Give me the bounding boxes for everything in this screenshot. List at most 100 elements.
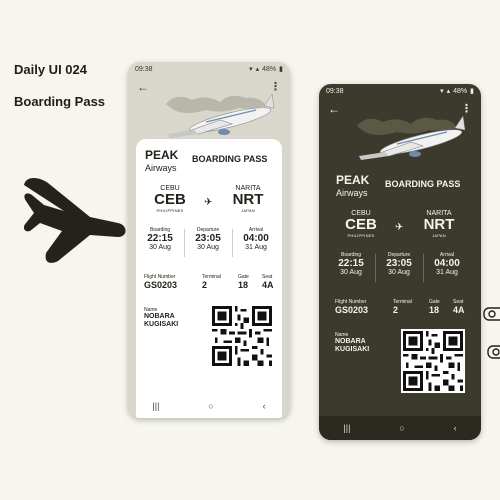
passenger-first-name: NOBARA [335, 338, 366, 345]
origin: CEBU CEB PHILIPPINES [144, 185, 196, 213]
route: CEBU CEB PHILIPPINES ✈ NARITA NRT JAPAN [136, 185, 282, 225]
signal-icon: ▴ [255, 66, 260, 73]
arrival-time: Arrival 04:00 31 Aug [234, 227, 278, 251]
departure-time: Departure 23:05 30 Aug [186, 227, 230, 251]
passenger-last-name: KUGISAKI [144, 320, 179, 328]
times: Boarding 22:15 30 Aug Departure 23:05 30… [136, 227, 282, 261]
flight-value: GS0203 [144, 280, 178, 290]
nav-back-button[interactable]: ‹ [263, 401, 266, 411]
home-button[interactable]: ○ [399, 423, 404, 433]
flight-number: Flight Number GS0203 [335, 299, 368, 315]
hero-airplane-image [166, 93, 275, 138]
boarding-time: Boarding 22:15 30 Aug [329, 252, 373, 276]
flight-value: GS0203 [335, 305, 369, 315]
caption-daily-ui: Daily UI 024 [14, 62, 87, 77]
terminal-value: 2 [393, 305, 399, 315]
battery-icon: ▮ [470, 88, 474, 95]
passenger: Name NOBARA KUGISAKI [335, 332, 369, 353]
qr-code[interactable] [210, 304, 274, 368]
brand-name: PEAK [145, 148, 179, 162]
origin-code: CEB [154, 191, 186, 208]
origin-country: PHILIPPINES [347, 232, 375, 238]
status-time: 09:38 [135, 65, 153, 73]
departure-value: 23:05 [386, 258, 412, 269]
origin: CEBU CEB PHILIPPINES [335, 210, 387, 238]
destination: NARITA NRT JAPAN [413, 210, 465, 238]
brand-name: PEAK [336, 173, 370, 187]
recents-button[interactable]: ||| [343, 423, 350, 433]
destination: NARITA NRT JAPAN [222, 185, 274, 213]
recents-button[interactable]: ||| [152, 401, 159, 411]
flight-info: Flight Number GS0203 Terminal 2 Gate 18 … [136, 274, 282, 300]
arrival-date: 31 Aug [245, 244, 267, 251]
divider [423, 254, 424, 282]
airplane-outline-icon [483, 307, 500, 359]
home-button[interactable]: ○ [208, 401, 213, 411]
brand-sub: Airways [145, 163, 177, 173]
boarding-date: 30 Aug [149, 244, 171, 251]
caption-boarding-pass: Boarding Pass [14, 94, 106, 109]
terminal-value: 2 [202, 280, 208, 290]
origin-code: CEB [345, 216, 377, 233]
destination-country: JAPAN [432, 232, 446, 238]
brand-sub: Airways [336, 188, 368, 198]
pass-title: BOARDING PASS [192, 154, 268, 164]
departure-time: Departure 23:05 30 Aug [377, 252, 421, 276]
gate-value: 18 [238, 280, 249, 290]
phone-light-mode: 09:38 ▾ ▴ 48% ▮ ← ⋮ PEAK Airways BOARDING P… [128, 62, 290, 418]
flight-number: Flight Number GS0203 [144, 274, 177, 290]
departure-date: 30 Aug [197, 244, 219, 251]
boarding-value: 22:15 [338, 258, 364, 269]
arrival-value: 04:00 [434, 258, 460, 269]
airplane-silhouette-icon [23, 178, 126, 263]
status-time: 09:38 [326, 87, 344, 95]
departure-date: 30 Aug [388, 269, 410, 276]
arrival-value: 04:00 [243, 233, 269, 244]
divider [375, 254, 376, 282]
wifi-icon: ▾ [440, 88, 444, 95]
terminal: Terminal 2 [202, 274, 221, 290]
passenger: Name NOBARA KUGISAKI [144, 307, 178, 328]
gate: Gate 18 [238, 274, 249, 290]
boarding-time: Boarding 22:15 30 Aug [138, 227, 182, 251]
pass-title: BOARDING PASS [385, 179, 461, 189]
seat-value: 4A [262, 280, 274, 290]
arrival-time: Arrival 04:00 31 Aug [425, 252, 469, 276]
status-bar: 09:38 ▾ ▴ 48% ▮ [319, 84, 481, 98]
terminal: Terminal 2 [393, 299, 412, 315]
gate: Gate 18 [429, 299, 440, 315]
battery-level: 48% [262, 65, 277, 73]
battery-level: 48% [453, 87, 468, 95]
origin-country: PHILIPPINES [156, 207, 184, 213]
status-bar: 09:38 ▾ ▴ 48% ▮ [128, 62, 290, 76]
phone-dark-mode: 09:38 ▾ ▴ 48% ▮ ← ⋮ PEAK Airways BOARDING P… [319, 84, 481, 440]
boarding-date: 30 Aug [340, 269, 362, 276]
plane-icon: ✈ [204, 197, 213, 208]
flight-info: Flight Number GS0203 Terminal 2 Gate 18 … [327, 299, 473, 325]
boarding-value: 22:15 [147, 233, 173, 244]
seat-value: 4A [453, 305, 465, 315]
arrival-date: 31 Aug [436, 269, 458, 276]
passenger-first-name: NOBARA [144, 313, 175, 320]
signal-icon: ▴ [446, 88, 451, 95]
qr-code[interactable] [401, 329, 465, 393]
hero-airplane-image [357, 115, 466, 160]
destination-country: JAPAN [241, 207, 255, 213]
passenger-last-name: KUGISAKI [335, 345, 370, 353]
seat: Seat 4A [453, 299, 465, 315]
battery-icon: ▮ [279, 66, 283, 73]
wifi-icon: ▾ [249, 66, 253, 73]
system-nav-bar: ||| ○ ‹ [319, 416, 481, 440]
route: CEBU CEB PHILIPPINES ✈ NARITA NRT JAPAN [327, 210, 473, 250]
destination-code: NRT [232, 191, 264, 208]
airline-logo: PEAK Airways [336, 172, 369, 198]
system-nav-bar: ||| ○ ‹ [128, 394, 290, 418]
divider [232, 229, 233, 257]
boarding-pass-card: PEAK Airways BOARDING PASS CEBU CEB PHIL… [136, 139, 282, 418]
nav-back-button[interactable]: ‹ [454, 423, 457, 433]
times: Boarding 22:15 30 Aug Departure 23:05 30… [327, 252, 473, 286]
boarding-pass-card: PEAK Airways BOARDING PASS CEBU CEB PHIL… [327, 164, 473, 440]
destination-code: NRT [423, 216, 455, 233]
airline-logo: PEAK Airways [145, 147, 178, 173]
departure-value: 23:05 [195, 233, 221, 244]
